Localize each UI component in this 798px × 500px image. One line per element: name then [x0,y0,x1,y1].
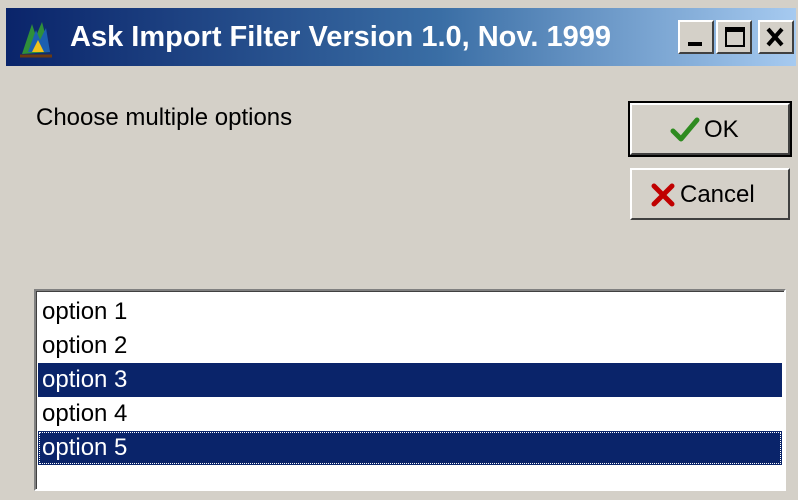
ok-label: OK [704,116,739,143]
x-icon [650,182,676,215]
prompt-label: Choose multiple options [36,104,293,131]
ok-button[interactable]: OK [628,101,792,157]
application-icon[interactable] [16,18,56,58]
minimize-icon [688,42,702,46]
maximize-icon [725,27,745,47]
minimize-button[interactable] [678,20,714,54]
list-item-option-5[interactable]: option 5 [38,431,782,465]
cancel-label: Cancel [680,181,755,208]
options-listbox[interactable]: option 1 option 2 option 3 option 4 opti… [34,289,786,491]
dialog-window: Ask Import Filter Version 1.0, Nov. 1999… [0,0,798,500]
checkmark-icon [670,117,700,150]
cancel-button[interactable]: Cancel [630,168,790,220]
list-item-option-1[interactable]: option 1 [38,295,782,329]
window-title: Ask Import Filter Version 1.0, Nov. 1999 [70,21,612,53]
title-bar[interactable]: Ask Import Filter Version 1.0, Nov. 1999 [6,8,796,66]
maximize-button[interactable] [716,20,752,54]
close-icon [766,27,784,47]
list-item-option-4[interactable]: option 4 [38,397,782,431]
close-button[interactable] [758,20,794,54]
list-item-option-3[interactable]: option 3 [38,363,782,397]
options-list: option 1 option 2 option 3 option 4 opti… [38,295,782,465]
list-item-option-2[interactable]: option 2 [38,329,782,363]
